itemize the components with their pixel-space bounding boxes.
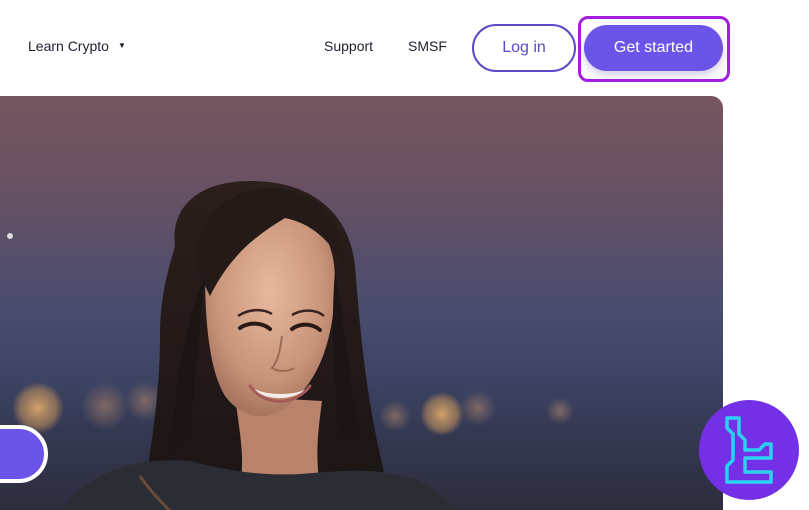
hero-photo-illustration: [7, 181, 574, 510]
page: Learn Crypto ▼ Support SMSF Log in Get s…: [0, 0, 809, 510]
nav-learn-crypto[interactable]: Learn Crypto ▼: [28, 38, 126, 54]
get-started-button[interactable]: Get started: [584, 25, 723, 71]
tc-logo-icon: [725, 416, 773, 484]
floating-logo-badge[interactable]: [699, 400, 799, 500]
nav-learn-crypto-label: Learn Crypto: [28, 38, 109, 54]
caret-down-icon: ▼: [117, 41, 126, 50]
nav-smsf[interactable]: SMSF: [408, 38, 447, 54]
login-button[interactable]: Log in: [472, 24, 576, 72]
hero-image: [0, 96, 723, 510]
nav-support[interactable]: Support: [324, 38, 373, 54]
